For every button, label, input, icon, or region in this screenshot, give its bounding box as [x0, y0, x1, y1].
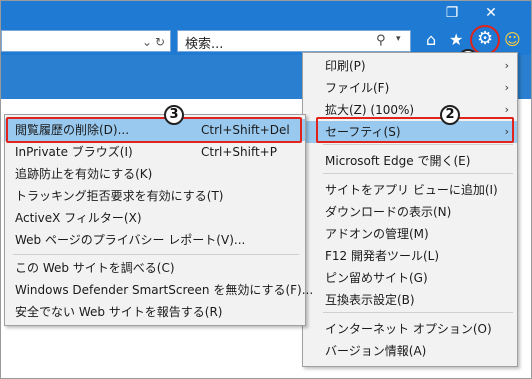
- tools-menu-item-label: サイトをアプリ ビューに追加(I): [325, 183, 498, 197]
- tools-menu-item-label: F12 開発者ツール(L): [325, 249, 440, 263]
- safety-submenu: 閲覧履歴の削除(D)... Ctrl+Shift+Del InPrivate ブラウ…: [4, 114, 313, 326]
- tools-menu-item[interactable]: 印刷(P) ›: [303, 55, 517, 77]
- callout-step-3: 3: [164, 105, 184, 125]
- safety-menu-item[interactable]: Windows Defender SmartScreen を無効にする(F)..…: [5, 279, 313, 301]
- close-icon[interactable]: ✕: [481, 4, 501, 22]
- highlight-box-safety: [316, 117, 514, 143]
- tools-menu-item[interactable]: サイトをアプリ ビューに追加(I): [303, 179, 517, 201]
- safety-menu-item[interactable]: Web ページのプライバシー レポート(V)...: [5, 229, 305, 251]
- safety-menu-item-label: Web ページのプライバシー レポート(V)...: [15, 233, 246, 247]
- tools-menu-item-label: 互換表示設定(B): [325, 293, 415, 307]
- search-icon[interactable]: ⚲: [376, 33, 386, 48]
- safety-menu-item-label: ActiveX フィルター(X): [15, 211, 142, 225]
- tools-menu-item[interactable]: バージョン情報(A): [303, 340, 517, 362]
- safety-menu-item-label: Windows Defender SmartScreen を無効にする(F)..…: [15, 283, 314, 297]
- tools-menu-item[interactable]: 互換表示設定(B): [303, 289, 517, 311]
- restore-icon[interactable]: ❐: [442, 4, 462, 22]
- tools-menu-item-label: 印刷(P): [325, 59, 366, 73]
- tools-menu-item[interactable]: アドオンの管理(M): [303, 223, 517, 245]
- tools-menu-item-label: ダウンロードの表示(N): [325, 205, 452, 219]
- safety-menu-item-label: 安全でない Web サイトを報告する(R): [15, 305, 223, 319]
- favorites-icon[interactable]: ★: [449, 31, 463, 49]
- safety-menu-item[interactable]: ActiveX フィルター(X): [5, 207, 305, 229]
- tools-menu-item[interactable]: ピン留めサイト(G): [303, 267, 517, 289]
- refresh-icon[interactable]: ↻: [155, 35, 165, 49]
- safety-menu-item-label: InPrivate ブラウズ(I): [15, 145, 133, 159]
- home-icon[interactable]: ⌂: [426, 31, 436, 49]
- chevron-right-icon: ›: [504, 59, 509, 72]
- smiley-icon[interactable]: ☺: [504, 31, 521, 49]
- tools-menu-item[interactable]: インターネット オプション(O): [303, 318, 517, 340]
- search-input[interactable]: 検索... ⚲ ▾: [177, 30, 411, 52]
- tools-menu-item[interactable]: Microsoft Edge で開く(E): [303, 150, 517, 172]
- tools-menu-item[interactable]: ダウンロードの表示(N): [303, 201, 517, 223]
- menu-separator: [323, 312, 513, 313]
- menu-separator: [323, 173, 513, 174]
- address-input[interactable]: ⌄ ↻: [1, 30, 171, 52]
- tools-menu-item-label: インターネット オプション(O): [325, 322, 492, 336]
- menu-separator: [323, 144, 513, 145]
- search-placeholder: 検索...: [185, 37, 224, 52]
- tools-menu-item-label: バージョン情報(A): [325, 344, 427, 358]
- tools-menu: 印刷(P) › ファイル(F) › 拡大(Z) (100%) › セーフティ(S) › Micr…: [302, 52, 518, 367]
- safety-menu-item[interactable]: トラッキング拒否要求を有効にする(T): [5, 185, 305, 207]
- safety-menu-item[interactable]: この Web サイトを調べる(C): [5, 257, 305, 279]
- safety-menu-item[interactable]: 追跡防止を有効にする(K): [5, 163, 305, 185]
- title-bar: ❐ ✕: [1, 1, 531, 27]
- tools-menu-item[interactable]: ファイル(F) ›: [303, 77, 517, 99]
- safety-menu-item[interactable]: 安全でない Web サイトを報告する(R): [5, 301, 305, 323]
- address-dropdown-icon[interactable]: ⌄: [142, 35, 152, 49]
- menu-separator: [13, 254, 299, 255]
- safety-menu-item-label: トラッキング拒否要求を有効にする(T): [15, 189, 224, 203]
- safety-menu-item-label: 追跡防止を有効にする(K): [15, 167, 153, 181]
- callout-step-2: 2: [440, 105, 460, 125]
- safety-menu-item-shortcut: Ctrl+Shift+P: [201, 145, 277, 159]
- tools-menu-item-label: ファイル(F): [325, 81, 390, 95]
- tools-menu-item-label: Microsoft Edge で開く(E): [325, 154, 471, 168]
- safety-menu-item-label: この Web サイトを調べる(C): [15, 261, 175, 275]
- tools-menu-item-label: ピン留めサイト(G): [325, 271, 428, 285]
- tools-menu-item[interactable]: F12 開発者ツール(L): [303, 245, 517, 267]
- address-bar-row: ⌄ ↻ 検索... ⚲ ▾ ⌂ ★ ⚙ ☺: [1, 27, 531, 55]
- tools-menu-item-label: アドオンの管理(M): [325, 227, 429, 241]
- highlight-box-delete-history: [6, 117, 302, 143]
- safety-menu-item[interactable]: InPrivate ブラウズ(I) Ctrl+Shift+P: [5, 141, 305, 163]
- search-dropdown-icon[interactable]: ▾: [396, 34, 401, 44]
- chevron-right-icon: ›: [504, 81, 509, 94]
